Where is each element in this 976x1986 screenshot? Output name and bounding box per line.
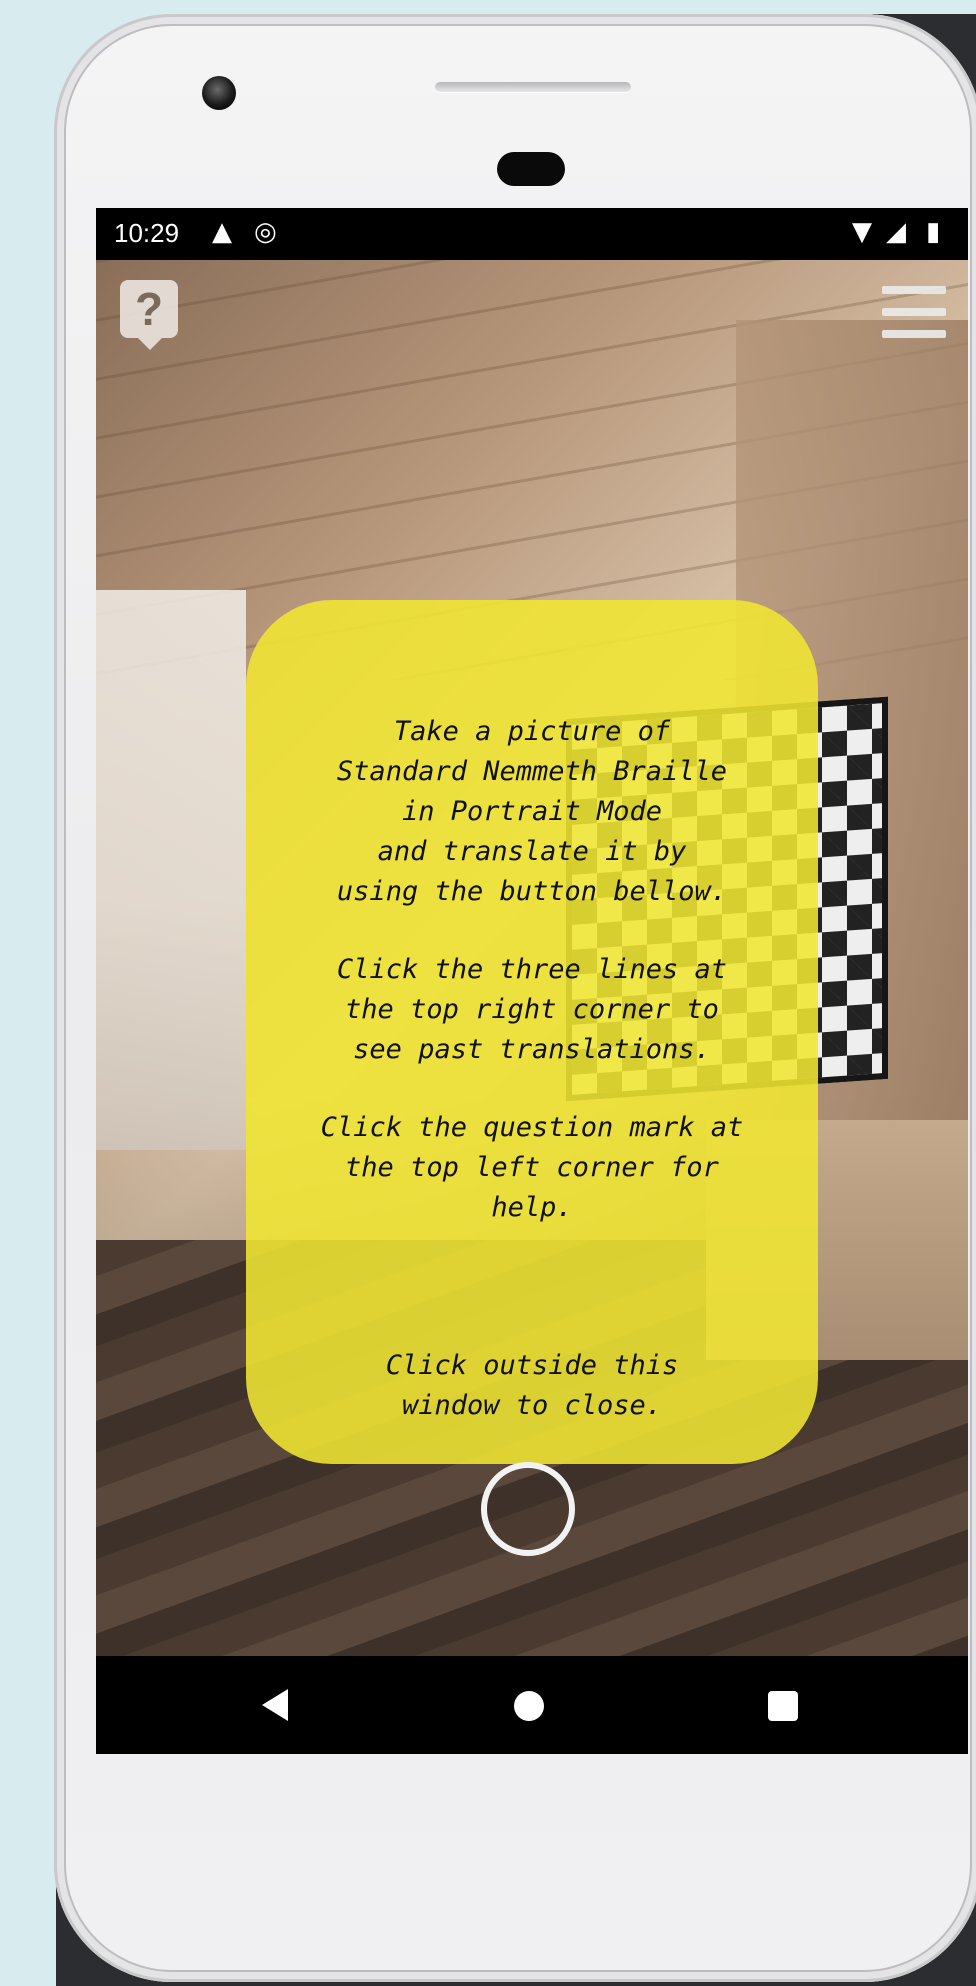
- navigation-bar: [96, 1656, 968, 1754]
- back-triangle-icon[interactable]: [262, 1689, 288, 1721]
- help-button[interactable]: ?: [120, 280, 178, 350]
- question-mark-icon: ?: [134, 283, 164, 335]
- wifi-icon: ▼: [852, 217, 872, 247]
- do-not-disturb-icon: ◎: [254, 217, 277, 247]
- history-menu-button[interactable]: [882, 286, 946, 340]
- signal-icon: ◢: [886, 217, 906, 247]
- recents-square-icon[interactable]: [768, 1691, 798, 1721]
- front-camera-icon: [202, 76, 236, 110]
- earpiece-sensor: [497, 152, 565, 186]
- instructions-paragraph-close: Click outside this window to close.: [385, 1350, 679, 1421]
- hamburger-menu-icon: [882, 286, 946, 294]
- battery-icon: ▮: [926, 217, 941, 247]
- status-time: 10:29: [114, 218, 180, 248]
- stage: 10:29 ▲ ◎ ▼ ◢ ▮ ? Take a picture of Stan…: [0, 0, 976, 1986]
- speaker-grill: [435, 82, 631, 92]
- instructions-paragraph-capture: Take a picture of Standard Nemmeth Brail…: [336, 716, 728, 907]
- instructions-paragraph-history: Click the three lines at the top right c…: [336, 954, 728, 1065]
- camera-preview[interactable]: ? Take a picture of Standard Nemmeth Bra…: [96, 260, 968, 1656]
- status-bar: 10:29 ▲ ◎ ▼ ◢ ▮: [96, 208, 968, 260]
- instructions-paragraph-help: Click the question mark at the top left …: [320, 1112, 744, 1223]
- camera-scene-window: [96, 590, 246, 1150]
- shutter-button[interactable]: [481, 1462, 575, 1556]
- warning-icon: ▲: [212, 217, 232, 247]
- instructions-popup: Take a picture of Standard Nemmeth Brail…: [246, 600, 818, 1464]
- hamburger-menu-icon: [882, 330, 946, 338]
- hamburger-menu-icon: [882, 308, 946, 316]
- home-circle-icon[interactable]: [514, 1691, 544, 1721]
- phone-screen: 10:29 ▲ ◎ ▼ ◢ ▮ ? Take a picture of Stan…: [96, 208, 968, 1754]
